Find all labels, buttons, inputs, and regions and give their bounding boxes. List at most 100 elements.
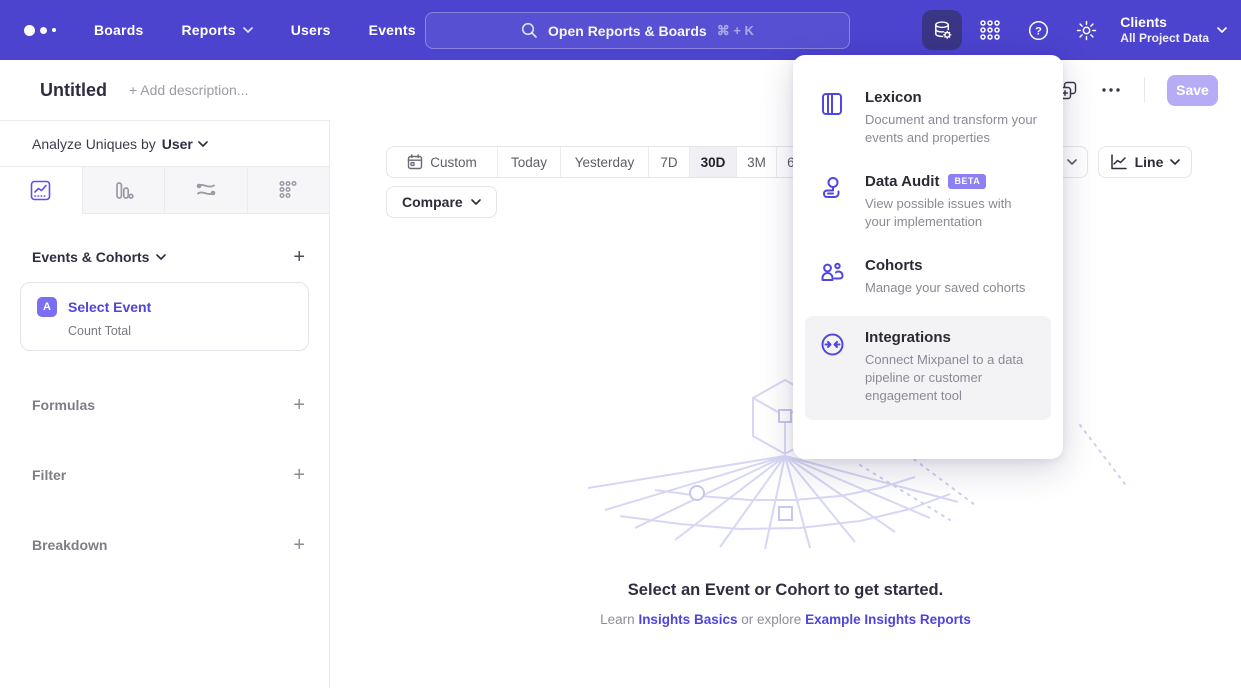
mixpanel-insights-app: Boards Reports Users Events Open Reports… xyxy=(0,0,1241,688)
line-chart-icon xyxy=(30,180,51,201)
calendar-icon xyxy=(407,154,423,170)
range-label: 3M xyxy=(747,155,766,170)
cohorts-people-icon xyxy=(818,257,846,297)
range-30d-selected[interactable]: 30D xyxy=(690,147,737,177)
menu-item-description: Connect Mixpanel to a data pipeline or c… xyxy=(865,351,1037,405)
menu-item-integrations[interactable]: Integrations Connect Mixpanel to a data … xyxy=(805,316,1051,420)
help-button[interactable]: ? xyxy=(1018,10,1058,50)
chart-type-dropdown[interactable]: Line xyxy=(1098,146,1192,178)
nav-item-events[interactable]: Events xyxy=(369,22,416,38)
chart-type-tabs xyxy=(0,167,329,214)
chevron-down-icon xyxy=(243,27,253,33)
menu-item-title: Lexicon xyxy=(865,89,922,106)
chevron-down-icon xyxy=(198,141,208,147)
chevron-down-icon xyxy=(1217,27,1227,33)
formulas-section[interactable]: Formulas + xyxy=(32,388,305,421)
add-description-field[interactable]: + Add description... xyxy=(129,82,248,98)
search-shortcut: ⌘ + K xyxy=(717,23,754,39)
help-icon: ? xyxy=(1027,19,1050,42)
nav-item-label: Reports xyxy=(181,22,235,38)
events-cohorts-label: Events & Cohorts xyxy=(32,249,149,265)
more-options-icon[interactable] xyxy=(1100,87,1122,93)
tab-bar-chart[interactable] xyxy=(83,167,166,214)
tab-metrics-grid[interactable] xyxy=(248,167,330,214)
data-management-button[interactable] xyxy=(922,10,962,50)
data-audit-icon xyxy=(818,173,846,231)
chevron-down-icon xyxy=(1170,159,1180,165)
settings-icon xyxy=(1075,19,1098,42)
save-button[interactable]: Save xyxy=(1167,75,1218,106)
events-cohorts-dropdown[interactable]: Events & Cohorts xyxy=(32,249,166,265)
menu-item-lexicon[interactable]: Lexicon Document and transform your even… xyxy=(793,76,1063,160)
menu-item-description: View possible issues with your implement… xyxy=(865,195,1037,231)
range-custom[interactable]: Custom xyxy=(387,147,498,177)
query-builder-sidebar: Analyze Uniques by User xyxy=(0,120,330,688)
report-title[interactable]: Untitled xyxy=(40,80,107,101)
analyze-value: User xyxy=(162,136,193,152)
menu-item-title: Cohorts xyxy=(865,257,923,274)
compare-label: Compare xyxy=(402,194,463,210)
nav-item-label: Events xyxy=(369,22,416,38)
analyze-uniques-row: Analyze Uniques by User xyxy=(0,121,329,167)
bar-chart-icon xyxy=(113,180,134,201)
add-breakdown-button[interactable]: + xyxy=(293,535,305,555)
project-selector[interactable]: Clients All Project Data xyxy=(1120,14,1227,47)
insights-basics-link[interactable]: Insights Basics xyxy=(638,612,737,627)
menu-item-description: Document and transform your events and p… xyxy=(865,111,1037,147)
menu-item-title: Data Audit xyxy=(865,173,939,190)
menu-item-data-audit[interactable]: Data Audit BETA View possible issues wit… xyxy=(793,160,1063,244)
compare-button[interactable]: Compare xyxy=(386,186,497,218)
apps-grid-icon xyxy=(979,19,1001,41)
range-label: 30D xyxy=(701,155,726,170)
chevron-down-icon xyxy=(156,254,166,260)
filter-section[interactable]: Filter + xyxy=(32,458,305,491)
range-label: 7D xyxy=(660,155,677,170)
range-today[interactable]: Today xyxy=(498,147,561,177)
analyze-label: Analyze Uniques by xyxy=(32,136,156,152)
chevron-down-icon xyxy=(1067,159,1077,165)
apps-grid-button[interactable] xyxy=(970,10,1010,50)
empty-state-title: Select an Event or Cohort to get started… xyxy=(330,581,1241,600)
beta-badge: BETA xyxy=(948,174,986,189)
range-label: Custom xyxy=(430,155,477,170)
nav-item-users[interactable]: Users xyxy=(291,22,331,38)
mixpanel-logo[interactable] xyxy=(24,25,56,36)
top-navbar: Boards Reports Users Events Open Reports… xyxy=(0,0,1241,60)
nav-item-boards[interactable]: Boards xyxy=(94,22,143,38)
range-3m[interactable]: 3M xyxy=(737,147,777,177)
filter-label: Filter xyxy=(32,467,66,483)
count-total-selector[interactable]: Count Total xyxy=(68,324,292,338)
select-event-label[interactable]: Select Event xyxy=(68,299,151,315)
tab-flow[interactable] xyxy=(165,167,248,214)
example-reports-link[interactable]: Example Insights Reports xyxy=(805,612,971,627)
event-card[interactable]: A Select Event Count Total xyxy=(20,282,309,351)
range-label: Today xyxy=(511,155,547,170)
empty-state-hint: Learn Insights Basics or explore Example… xyxy=(330,612,1241,627)
hint-prefix: Learn xyxy=(600,612,635,627)
data-management-icon xyxy=(931,19,954,42)
analyze-value-dropdown[interactable]: User xyxy=(162,136,208,152)
tab-line-chart[interactable] xyxy=(0,167,83,214)
menu-item-description: Manage your saved cohorts xyxy=(865,279,1025,297)
global-search-button[interactable]: Open Reports & Boards ⌘ + K xyxy=(425,12,850,49)
integrations-icon xyxy=(818,329,846,405)
range-label: Yesterday xyxy=(575,155,635,170)
breakdown-label: Breakdown xyxy=(32,537,107,553)
search-placeholder: Open Reports & Boards xyxy=(548,23,707,39)
add-event-button[interactable]: + xyxy=(293,247,305,267)
chevron-down-icon xyxy=(471,199,481,205)
chart-type-label: Line xyxy=(1135,154,1164,170)
nav-item-reports[interactable]: Reports xyxy=(181,22,252,38)
nav-item-label: Users xyxy=(291,22,331,38)
breakdown-section[interactable]: Breakdown + xyxy=(32,528,305,561)
nav-item-label: Boards xyxy=(94,22,143,38)
menu-item-cohorts[interactable]: Cohorts Manage your saved cohorts xyxy=(793,244,1063,310)
formulas-label: Formulas xyxy=(32,397,95,413)
range-7d[interactable]: 7D xyxy=(649,147,690,177)
add-filter-button[interactable]: + xyxy=(293,465,305,485)
add-formula-button[interactable]: + xyxy=(293,395,305,415)
range-yesterday[interactable]: Yesterday xyxy=(561,147,649,177)
settings-button[interactable] xyxy=(1066,10,1106,50)
lexicon-book-icon xyxy=(818,89,846,147)
chart-canvas: Custom Today Yesterday 7D 30D 3M 6M Comp… xyxy=(330,120,1241,688)
